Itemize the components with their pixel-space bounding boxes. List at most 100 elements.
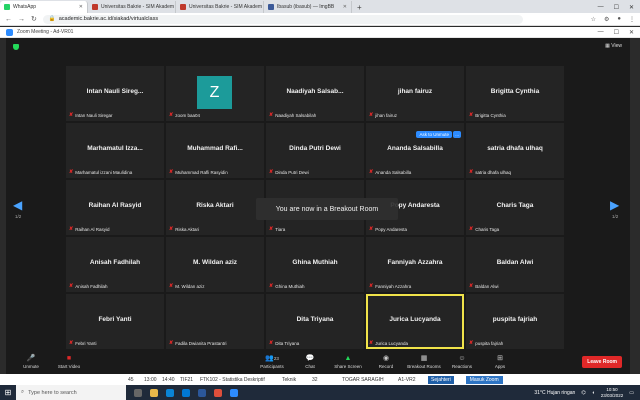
leave-room-button[interactable]: Leave Room (582, 356, 622, 368)
close-icon[interactable]: ✕ (629, 4, 634, 11)
browser-tab[interactable]: WhatsApp ✕ (0, 1, 88, 13)
minimize-icon[interactable]: — (598, 29, 604, 36)
edge-icon[interactable] (166, 388, 174, 397)
next-page-icon[interactable]: ▶ (610, 198, 619, 212)
participant-tile[interactable]: Ananda Salsabilla Ask to Unmute... ✘ Ananda… (366, 123, 464, 178)
minimize-icon[interactable]: — (598, 4, 604, 10)
participant-name-label: ✘ M. Wildan aziz (169, 283, 204, 289)
status-button[interactable]: Sejahteri (428, 375, 454, 384)
participant-tile[interactable]: Charis Taga ✘ Charis Taga (466, 180, 564, 235)
mic-muted-icon: ✘ (69, 340, 74, 346)
maximize-icon[interactable]: ☐ (614, 4, 619, 11)
participant-name-label: ✘ jihan fairuz (369, 112, 397, 118)
mic-muted-icon: ✘ (69, 112, 74, 118)
zoom-taskbar-icon[interactable] (230, 388, 238, 397)
breakout-rooms-button[interactable]: ▦ Breakout Rooms (405, 355, 443, 369)
word-icon[interactable] (198, 388, 206, 397)
participant-display-name: Fanniyah Azzahra (387, 259, 443, 266)
reactions-button[interactable]: ☺ Reactions (443, 355, 481, 369)
taskbar-search-box[interactable]: ⌕ Type here to search (16, 385, 126, 400)
student-count: 32 (312, 376, 318, 383)
view-button[interactable]: ▦ View (605, 43, 622, 49)
url-field[interactable]: 🔒 academic.bakrie.ac.id/siakad/virtualcl… (42, 14, 523, 24)
browser-tab[interactable]: Universitas Bakrie - SIM Akadem ✕ (176, 1, 264, 13)
weather-status[interactable]: 31°C Hujan ringan (534, 390, 575, 396)
breakout-rooms-icon: ▦ (420, 355, 428, 362)
mic-muted-icon: ✘ (269, 226, 274, 232)
start-video-button[interactable]: ■ Start Video (50, 355, 88, 369)
close-icon[interactable]: ✕ (629, 29, 634, 36)
participant-name-label: ✘ Febri Yanti (69, 340, 97, 346)
mic-muted-icon: ✘ (169, 112, 174, 118)
participant-tile[interactable]: Fanniyah Azzahra ✘ Fanniyah Azzahra (366, 237, 464, 292)
record-button[interactable]: ◉ Record (367, 355, 405, 369)
participant-label-text: satria dhafa ulhaq (475, 169, 511, 175)
participant-tile[interactable]: Marhamatul Izza... ✘ Marhamatul izzani Mau… (66, 123, 164, 178)
notifications-icon[interactable]: ▭ (629, 390, 634, 396)
chrome-icon[interactable] (214, 388, 222, 397)
participant-name-label: ✘ Dinda Putri Dewi (269, 169, 309, 175)
forward-icon[interactable]: → (18, 16, 25, 23)
participant-tile[interactable]: Brigitta Cynthia ✘ Brigitta Cynthia (466, 66, 564, 121)
participant-tile[interactable]: M. Wildan aziz ✘ M. Wildan aziz (166, 237, 264, 292)
participant-tile[interactable]: Dinda Putri Dewi ✘ Dinda Putri Dewi (266, 123, 364, 178)
task-view-icon[interactable] (134, 388, 142, 397)
previous-page-icon[interactable]: ◀ (13, 198, 22, 212)
participant-name-label: ✘ Marhamatul izzani Maulidina (69, 169, 132, 175)
address-bar: ← → ↻ 🔒 academic.bakrie.ac.id/siakad/vir… (0, 13, 640, 26)
participant-tile[interactable]: Intan Nauli Sireg... ✘ Intan Nauli Siregar (66, 66, 164, 121)
participant-tile[interactable]: Raihan Al Rasyid ✘ Raihan Al Rasyid (66, 180, 164, 235)
system-clock[interactable]: 10:50 23/03/2022 (601, 387, 624, 398)
back-icon[interactable]: ← (5, 16, 12, 23)
participants-button[interactable]: 👥23 Participants (253, 355, 291, 369)
browser-tab[interactable]: Ibasub (ibasub) — ImgBB ✕ (264, 1, 352, 13)
file-explorer-icon[interactable] (150, 388, 158, 397)
reactions-label: Reactions (451, 364, 472, 369)
participant-tile[interactable]: satria dhafa ulhaq ✘ satria dhafa ulhaq (466, 123, 564, 178)
participant-tile[interactable]: Naadiyah Salsab... ✘ Naadiyah Salsabilah (266, 66, 364, 121)
participant-tile[interactable]: jihan fairuz ✘ jihan fairuz (366, 66, 464, 121)
participant-tile[interactable]: Ghina Muthiah ✘ Ghina Muthiah (266, 237, 364, 292)
participant-tile[interactable]: Jurica Lucyanda ✘ Jurica Lucyanda (366, 294, 464, 349)
participant-tile[interactable]: Baldan Alwi ✘ Baldan Alwi (466, 237, 564, 292)
participant-tile[interactable]: Muhammad Rafi... ✘ Muhammad Rafli Rasyidin (166, 123, 264, 178)
participant-tile[interactable]: ✘ Fadila Dwianita Prastantri (166, 294, 264, 349)
store-icon[interactable] (182, 388, 190, 397)
maximize-icon[interactable]: ☐ (614, 29, 619, 36)
close-icon[interactable]: ✕ (343, 4, 347, 10)
participant-label-text: M. Wildan aziz (175, 283, 205, 289)
apps-icon: ⊞ (497, 355, 503, 362)
participant-name-label: ✘ Ghina Muthiah (269, 283, 304, 289)
chat-button[interactable]: 💬 Chat (291, 355, 329, 369)
participant-tile[interactable]: puspita fajriah ✘ puspita fajriah (466, 294, 564, 349)
close-icon[interactable]: ✕ (79, 4, 83, 10)
profile-icon[interactable]: ● (617, 16, 621, 23)
tab-title: Universitas Bakrie - SIM Akadem (101, 4, 175, 10)
unmute-button[interactable]: 🎤 Unmute (12, 355, 50, 369)
new-tab-button[interactable]: + (352, 1, 367, 13)
ask-to-unmute-button[interactable]: Ask to Unmute (416, 131, 452, 138)
join-zoom-button[interactable]: Masuk Zoom (465, 375, 503, 384)
participant-tile[interactable]: Riska Aktari ✘ Riska Aktari (166, 180, 264, 235)
mic-muted-icon: ✘ (169, 169, 174, 175)
share-screen-label: Share Screen (334, 364, 362, 369)
share-screen-button[interactable]: ▲ Share Screen (329, 355, 367, 369)
participant-tile[interactable]: Febri Yanti ✘ Febri Yanti (66, 294, 164, 349)
volume-icon[interactable]: ◖ (592, 390, 595, 396)
shield-icon[interactable] (13, 44, 19, 50)
participant-display-name: Ananda Salsabilla (387, 145, 443, 152)
windows-start-icon[interactable]: ⊞ (0, 385, 16, 400)
network-icon[interactable]: ⌬ (581, 390, 585, 396)
apps-button[interactable]: ⊞ Apps (481, 355, 519, 369)
browser-tab[interactable]: Universitas Bakrie - SIM Akadem ✕ (88, 1, 176, 13)
star-icon[interactable]: ☆ (591, 16, 596, 23)
participant-tile[interactable]: Z ✘ zoom baa04 (166, 66, 264, 121)
schedule-row: 45 13:00 14:40 TIF21 FTK102 - Statistika… (0, 374, 640, 385)
more-options-button[interactable]: ... (453, 131, 461, 138)
participant-tile[interactable]: Anisah Fadhilah ✘ Anisah Fadhilah (66, 237, 164, 292)
menu-icon[interactable]: ⋮ (629, 16, 635, 23)
participant-tile[interactable]: Dita Triyana ✘ Dita Triyana (266, 294, 364, 349)
reload-icon[interactable]: ↻ (31, 15, 37, 23)
participant-label-text: zoom baa04 (175, 112, 200, 118)
extensions-icon[interactable]: ⚙ (604, 16, 609, 23)
